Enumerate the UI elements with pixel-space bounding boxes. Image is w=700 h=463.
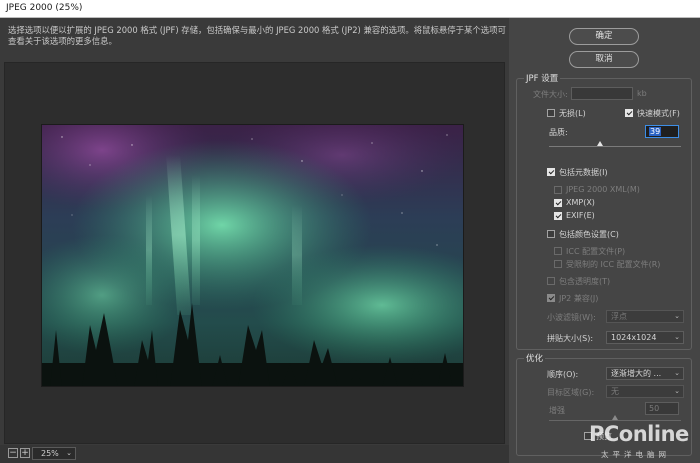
include-metadata-checkbox[interactable] <box>547 168 555 176</box>
watermark-logo: PConline <box>589 422 689 446</box>
zoom-value: 25% <box>41 449 59 458</box>
include-transparency-label: 包含透明度(T) <box>559 277 611 286</box>
jp2-compat-label: JP2 兼容(J) <box>559 294 599 303</box>
file-size-input[interactable] <box>571 87 633 100</box>
status-bar: − + 25% ⌄ <box>0 445 509 463</box>
order-label: 顺序(O): <box>547 370 579 379</box>
preview-panel: 选择选项以便以扩展的 JPEG 2000 格式 (JPF) 存储，包括确保与最小… <box>0 18 509 463</box>
roi-label: 目标区域(G): <box>547 388 595 397</box>
enhance-slider-track[interactable] <box>549 420 681 421</box>
watermark-subtitle: 太平洋电脑网 <box>601 450 670 459</box>
chevron-down-icon: ⌄ <box>674 369 680 377</box>
zoom-out-button[interactable]: − <box>8 448 18 458</box>
optimization-group-label: 优化 <box>524 352 546 364</box>
enhance-input[interactable]: 50 <box>645 402 679 415</box>
icc-profile-label: ICC 配置文件(P) <box>566 247 626 256</box>
quality-slider-thumb[interactable] <box>597 141 604 146</box>
title-bar: JPEG 2000 (25%) <box>0 0 700 18</box>
enhance-slider-thumb[interactable] <box>612 415 618 420</box>
jpf-group-label: JPF 设置 <box>524 72 561 84</box>
settings-panel: 确定 取消 JPF 设置 文件大小: kb 无损(L) 快速模式(F) 品质: … <box>509 18 700 463</box>
file-size-label: 文件大小: <box>533 90 568 99</box>
fast-mode-checkbox[interactable] <box>625 109 633 117</box>
order-select[interactable]: 逐渐增大的 ... ⌄ <box>606 367 684 380</box>
chevron-down-icon: ⌄ <box>66 449 72 457</box>
tile-size-value: 1024x1024 <box>611 333 657 342</box>
chevron-down-icon: ⌄ <box>674 333 680 341</box>
xmp-label: XMP(X) <box>566 198 595 207</box>
jpeg2000-xml-label: JPEG 2000 XML(M) <box>566 185 640 194</box>
include-metadata-label: 包括元数据(I) <box>559 168 608 177</box>
description-text: 选择选项以便以扩展的 JPEG 2000 格式 (JPF) 存储，包括确保与最小… <box>8 25 506 46</box>
icc-profile-checkbox[interactable] <box>554 247 562 255</box>
order-value: 逐渐增大的 ... <box>611 369 662 378</box>
lossless-label: 无损(L) <box>559 109 586 118</box>
quality-input[interactable]: 39 <box>645 125 679 138</box>
lossless-checkbox[interactable] <box>547 109 555 117</box>
roi-select[interactable]: 无 ⌄ <box>606 385 684 398</box>
xmp-checkbox[interactable] <box>554 199 562 207</box>
jpeg2000-xml-checkbox[interactable] <box>554 186 562 194</box>
restricted-icc-checkbox[interactable] <box>554 260 562 268</box>
tile-size-label: 拼贴大小(S): <box>547 334 594 343</box>
wavelet-value: 浮点 <box>611 312 627 321</box>
window-title: JPEG 2000 (25%) <box>6 3 83 13</box>
restricted-icc-label: 受限制的 ICC 配置文件(R) <box>566 260 661 269</box>
include-transparency-checkbox[interactable] <box>547 277 555 285</box>
quality-slider-track[interactable] <box>549 146 681 147</box>
quality-label: 品质: <box>549 128 568 137</box>
zoom-select[interactable]: 25% ⌄ <box>32 447 76 460</box>
include-color-label: 包括颜色设置(C) <box>559 230 619 239</box>
tile-size-select[interactable]: 1024x1024 ⌄ <box>606 331 684 344</box>
preview-image <box>41 124 464 387</box>
include-color-checkbox[interactable] <box>547 230 555 238</box>
wavelet-select[interactable]: 浮点 ⌄ <box>606 310 684 323</box>
exif-label: EXIF(E) <box>566 211 595 220</box>
quality-value: 39 <box>649 127 662 136</box>
file-size-unit: kb <box>637 89 647 98</box>
chevron-down-icon: ⌄ <box>674 387 680 395</box>
exif-checkbox[interactable] <box>554 212 562 220</box>
wavelet-label: 小波滤镜(W): <box>547 313 596 322</box>
watermark: PConline 太平洋电脑网 <box>587 422 697 460</box>
cancel-button[interactable]: 取消 <box>569 51 639 68</box>
jp2-compat-checkbox[interactable] <box>547 294 555 302</box>
roi-value: 无 <box>611 387 619 396</box>
preview-canvas[interactable] <box>4 62 505 444</box>
enhance-label: 增强 <box>549 406 565 415</box>
ok-button[interactable]: 确定 <box>569 28 639 45</box>
zoom-in-button[interactable]: + <box>20 448 30 458</box>
fast-mode-label: 快速模式(F) <box>637 109 680 118</box>
chevron-down-icon: ⌄ <box>674 312 680 320</box>
